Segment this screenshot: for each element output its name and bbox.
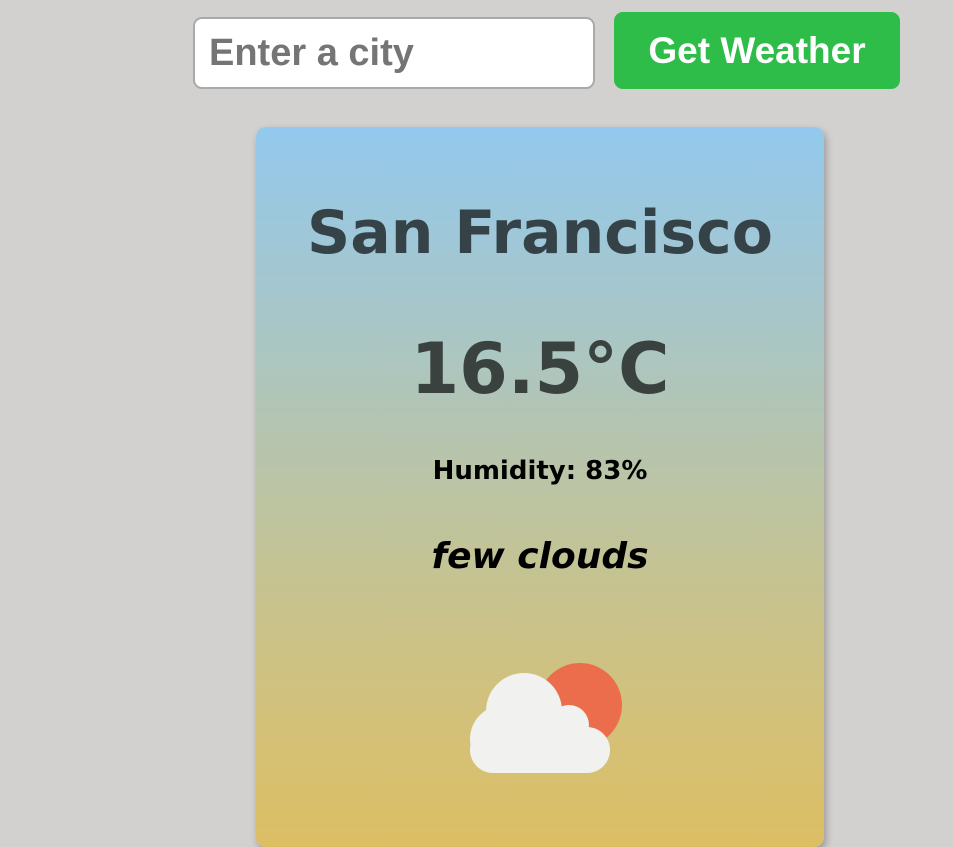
humidity: Humidity: 83% <box>432 456 648 486</box>
temperature: 16.5°C <box>410 328 670 410</box>
city-name: San Francisco <box>307 198 773 268</box>
weather-description: few clouds <box>431 536 649 577</box>
get-weather-button[interactable]: Get Weather <box>614 12 900 89</box>
city-search-input[interactable] <box>193 17 595 89</box>
weather-card: San Francisco 16.5°C Humidity: 83% few c… <box>256 127 824 847</box>
few-clouds-icon <box>470 663 622 773</box>
